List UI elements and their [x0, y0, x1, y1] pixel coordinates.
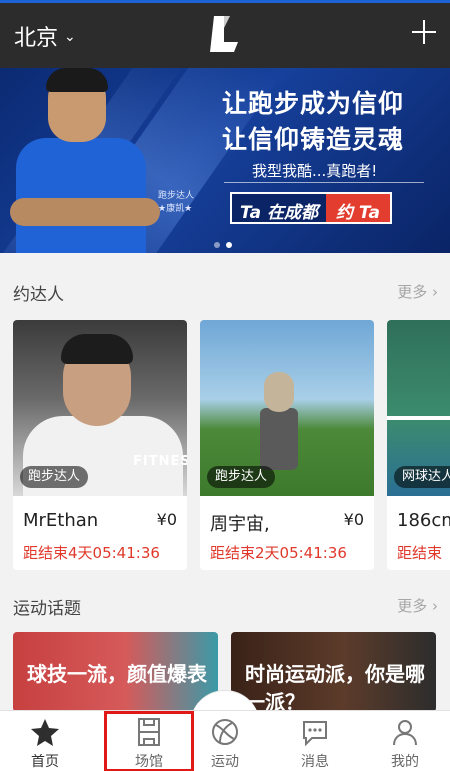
city-selector[interactable]: 北京 ⌄: [14, 20, 76, 52]
section-header-topics: 运动话题 更多 ›: [0, 584, 450, 624]
chat-icon: [303, 721, 327, 747]
person-card[interactable]: FITNESS 跑步达人 MrEthan ¥0 距结束4天05:41:36: [13, 320, 187, 570]
court-icon: [138, 718, 160, 746]
people-carousel[interactable]: FITNESS 跑步达人 MrEthan ¥0 距结束4天05:41:36 跑步…: [13, 320, 450, 570]
price-label: ¥0: [156, 510, 177, 529]
tab-home[interactable]: 首页: [0, 711, 90, 771]
countdown-timer: 距结束: [397, 544, 443, 562]
person-card[interactable]: 跑步达人 周宇宙, ¥0 距结束2天05:41:36: [200, 320, 374, 570]
countdown-timer: 距结束2天05:41:36: [210, 544, 347, 562]
category-badge: 跑步达人: [207, 466, 276, 488]
person-name: 186cm: [397, 510, 450, 531]
chevron-down-icon: ⌄: [64, 29, 76, 45]
more-link[interactable]: 更多 ›: [397, 595, 438, 616]
topic-card[interactable]: 时尚运动派，你是哪一派？: [231, 632, 436, 712]
topic-title: 球技一流，颜值爆表: [27, 662, 207, 686]
banner-headline-1: 让跑步成为信仰: [222, 89, 405, 118]
top-bar: 北京 ⌄: [0, 0, 450, 68]
photo-overlay-text: FITNESS: [133, 454, 187, 469]
user-icon: [393, 720, 417, 746]
runner-image: [10, 68, 170, 253]
tab-label: 场馆: [135, 754, 163, 770]
topic-card[interactable]: 球技一流，颜值爆表: [13, 632, 218, 712]
city-name: 北京: [14, 26, 59, 51]
bottom-tab-bar: 首页 场馆 运动 消息 我的: [0, 710, 450, 771]
category-badge: 网球达人: [394, 466, 450, 488]
app-screen: 北京 ⌄ 跑步达人 ★康凯★ 让跑步成为信仰 让信仰铸造灵魂 我型我酷...真跑…: [0, 0, 450, 771]
topic-title: 时尚运动派，你是哪一派？: [245, 662, 425, 712]
runner-tag: 跑步达人 ★康凯★: [158, 190, 194, 216]
star-icon: [31, 719, 59, 746]
tab-sport[interactable]: 运动: [180, 711, 270, 771]
section-title: 运动话题: [13, 599, 81, 619]
banner-divider: [224, 182, 424, 183]
carousel-indicator: [214, 242, 232, 248]
person-name: 周宇宙,: [210, 514, 270, 535]
carousel-dot-active[interactable]: [226, 242, 232, 248]
carousel-dot[interactable]: [214, 242, 220, 248]
banner-subline: 我型我酷...真跑者!: [252, 162, 378, 180]
runner-tag-title: 跑步达人: [158, 191, 195, 201]
add-icon[interactable]: [410, 18, 438, 46]
promo-banner[interactable]: 跑步达人 ★康凯★ 让跑步成为信仰 让信仰铸造灵魂 我型我酷...真跑者! Ta…: [0, 68, 450, 253]
top-accent-line: [0, 0, 450, 3]
more-link[interactable]: 更多 ›: [397, 281, 438, 302]
person-card[interactable]: 网球达人 186cm 距结束: [387, 320, 450, 570]
section-title: 约达人: [13, 285, 64, 305]
banner-cta-button[interactable]: Ta 在成都 约 Ta: [230, 192, 392, 224]
tab-mine[interactable]: 我的: [360, 711, 450, 771]
tab-message[interactable]: 消息: [270, 711, 360, 771]
section-header-people: 约达人 更多 ›: [0, 270, 450, 310]
category-badge: 跑步达人: [20, 466, 89, 488]
countdown-timer: 距结束4天05:41:36: [23, 544, 160, 562]
tab-label: 运动: [211, 754, 239, 770]
banner-cta-action: 约 Ta: [325, 194, 390, 223]
app-logo-icon: [210, 16, 238, 52]
price-label: ¥0: [343, 510, 364, 529]
tab-label: 首页: [31, 754, 59, 770]
tab-label: 消息: [301, 754, 329, 770]
tab-label: 我的: [391, 754, 419, 770]
ball-icon: [212, 719, 238, 745]
banner-headline-2: 让信仰铸造灵魂: [222, 125, 405, 154]
banner-cta-location: Ta 在成都: [232, 194, 326, 223]
runner-tag-name: ★康凯★: [158, 204, 193, 214]
person-name: MrEthan: [23, 510, 99, 531]
